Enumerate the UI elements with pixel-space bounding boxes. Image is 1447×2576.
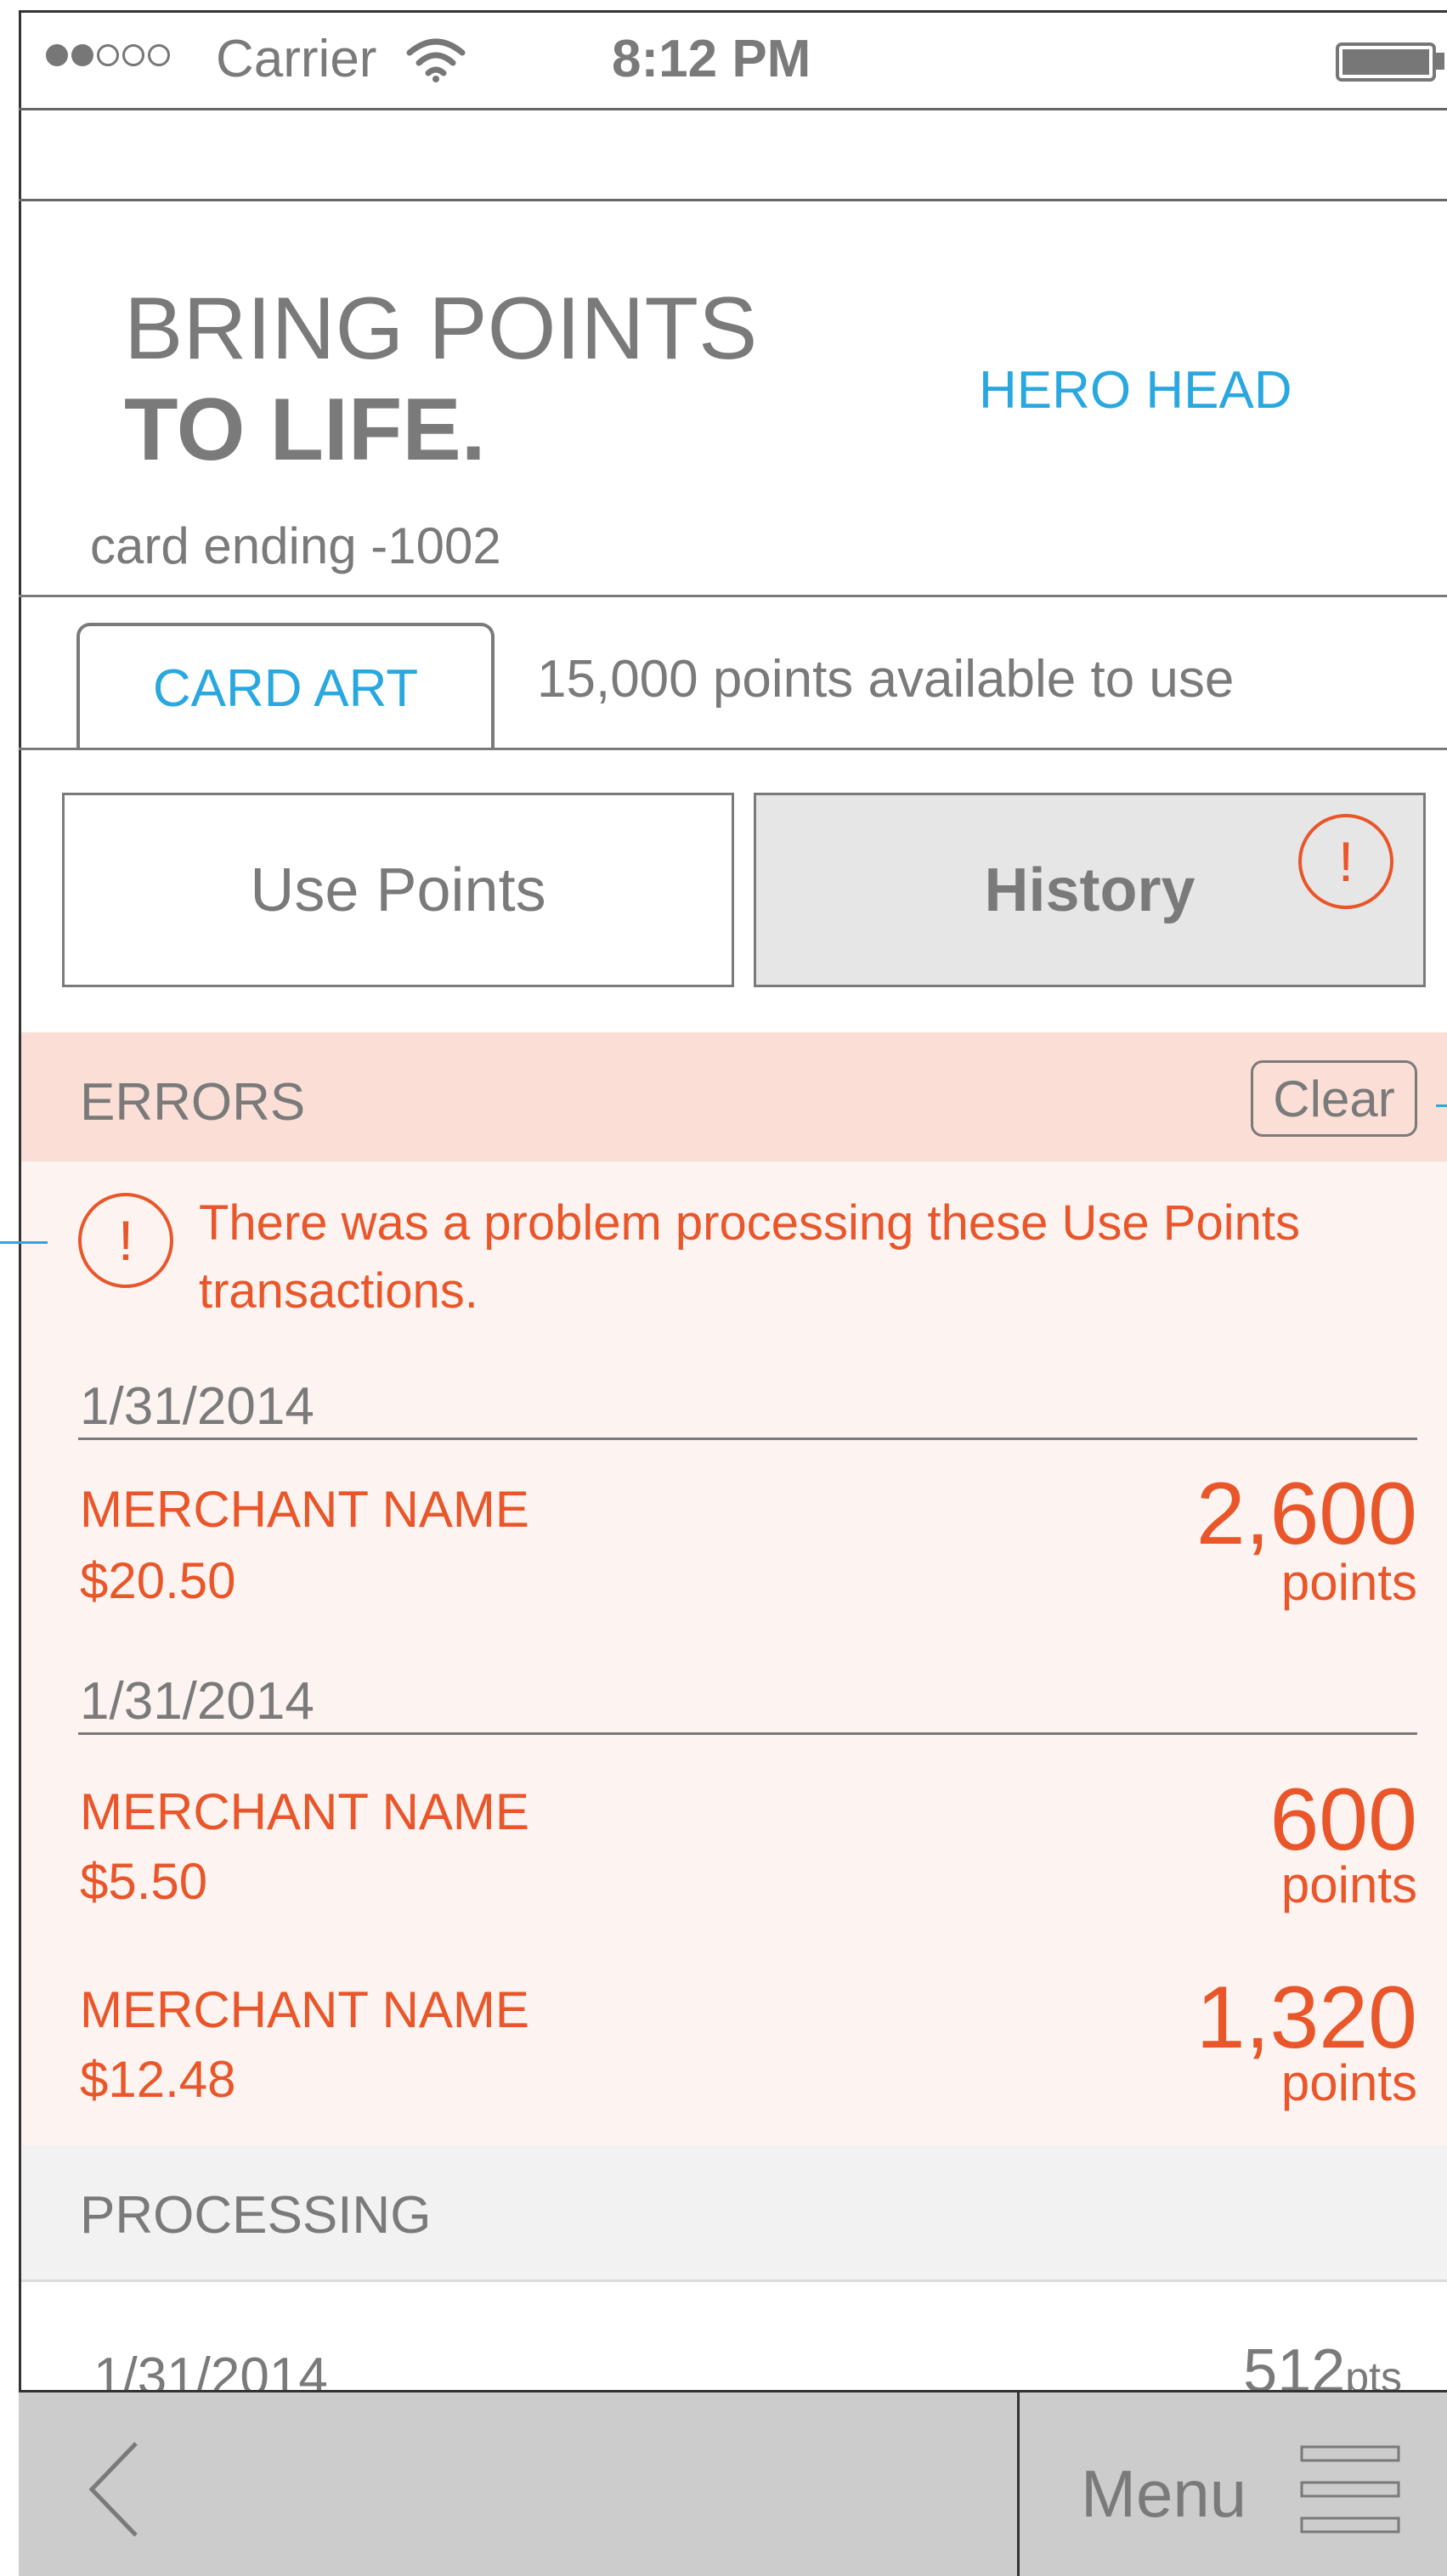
card-row-divider	[19, 748, 1447, 750]
transaction-amount: $12.48	[80, 2051, 236, 2108]
history-alert-icon: !	[1298, 814, 1393, 909]
bottom-toolbar-divider	[1017, 2390, 1020, 2576]
signal-strength-icon	[46, 44, 170, 66]
annotation-connector-left	[0, 1241, 48, 1244]
use-points-button[interactable]: Use Points	[62, 793, 734, 987]
nav-bar-divider	[19, 199, 1447, 201]
battery-icon	[1336, 42, 1436, 82]
wifi-icon	[406, 38, 466, 82]
merchant-name: MERCHANT NAME	[80, 1783, 529, 1840]
carrier-label: Carrier	[216, 30, 377, 88]
error-transaction-row[interactable]: MERCHANT NAME $12.48 1,320 points	[78, 1965, 1417, 2111]
error-transaction-row[interactable]: MERCHANT NAME $20.50 2,600 points	[78, 1461, 1417, 1611]
clear-errors-button[interactable]: Clear	[1251, 1060, 1417, 1137]
hero-divider	[19, 595, 1447, 597]
error-group-divider	[78, 1732, 1417, 1735]
battery-nub	[1436, 53, 1444, 70]
error-transaction-row[interactable]: MERCHANT NAME $5.50 600 points	[78, 1767, 1417, 1913]
hero-head-label: HERO HEAD	[979, 361, 1292, 420]
transaction-amount: $20.50	[80, 1552, 236, 1609]
processing-title: PROCESSING	[80, 2186, 432, 2245]
processing-divider	[21, 2279, 1447, 2282]
transaction-points: 1,320	[1195, 1969, 1417, 2067]
status-bar-divider	[19, 108, 1447, 110]
hero-title-line1: BRING POINTS	[124, 280, 758, 378]
history-label: History	[984, 856, 1195, 924]
clear-label: Clear	[1273, 1070, 1395, 1127]
merchant-name: MERCHANT NAME	[80, 1981, 529, 2038]
transaction-points-unit: points	[1280, 1856, 1417, 1913]
status-time: 8:12 PM	[612, 30, 811, 88]
error-group-date: 1/31/2014	[80, 1672, 314, 1731]
use-points-label: Use Points	[250, 856, 546, 924]
points-available-label: 15,000 points available to use	[537, 650, 1235, 709]
transaction-points: 600	[1269, 1771, 1417, 1869]
card-art-tab[interactable]: CARD ART	[76, 623, 495, 750]
transaction-points: 2,600	[1195, 1465, 1417, 1563]
transaction-points-unit: points	[1280, 2054, 1417, 2111]
back-chevron-icon[interactable]	[85, 2438, 144, 2540]
frame-top-border	[19, 10, 1447, 13]
transaction-points-unit: points	[1280, 1554, 1417, 1611]
error-message: There was a problem processing these Use…	[199, 1195, 1300, 1319]
menu-button[interactable]: Menu	[1081, 2455, 1246, 2533]
transaction-amount: $5.50	[80, 1853, 208, 1910]
errors-title: ERRORS	[80, 1073, 306, 1132]
error-group-date: 1/31/2014	[80, 1377, 314, 1436]
error-group-divider	[78, 1438, 1417, 1440]
card-ending-label: card ending -1002	[90, 517, 501, 574]
hero-title-line2: TO LIFE.	[124, 381, 486, 479]
error-alert-icon: !	[78, 1193, 173, 1288]
hamburger-menu-icon[interactable]	[1300, 2445, 1400, 2534]
annotation-connector-right	[1436, 1104, 1447, 1107]
card-art-label: CARD ART	[152, 658, 419, 718]
merchant-name: MERCHANT NAME	[80, 1481, 529, 1538]
